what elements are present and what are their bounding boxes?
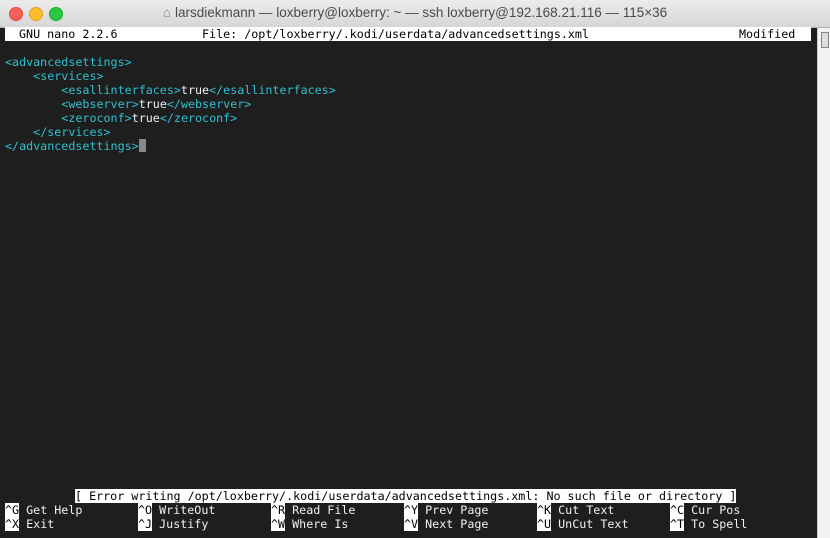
editor-line: </advancedsettings>	[5, 139, 146, 153]
xml-indent	[5, 69, 33, 83]
xml-open: </advancedsettings>	[5, 139, 139, 153]
xml-open: <zeroconf>	[61, 111, 132, 125]
xml-indent	[5, 125, 33, 139]
shortcut-label: Get Help	[26, 503, 83, 517]
xml-indent	[5, 97, 61, 111]
shortcut-label: Cur Pos	[691, 503, 741, 517]
shortcut-key: ^X	[5, 517, 20, 531]
shortcut-label: Where Is	[292, 517, 349, 531]
shortcut-cur-pos[interactable]: ^C Cur Pos	[670, 503, 740, 517]
shortcut-exit[interactable]: ^X Exit	[5, 517, 54, 531]
xml-open: <webserver>	[61, 97, 139, 111]
xml-value: true	[180, 83, 210, 97]
error-message: [ Error writing /opt/loxberry/.kodi/user…	[75, 489, 737, 503]
shortcut-read-file[interactable]: ^R Read File	[271, 503, 355, 517]
shortcut-label: Cut Text	[558, 503, 615, 517]
editor-line: <zeroconf>true</zeroconf>	[5, 111, 237, 125]
shortcut-label: Justify	[159, 517, 209, 531]
shortcut-to-spell[interactable]: ^T To Spell	[670, 517, 747, 531]
shortcut-key: ^R	[271, 503, 286, 517]
xml-open: <advancedsettings>	[5, 55, 132, 69]
shortcut-label: Prev Page	[425, 503, 489, 517]
xml-close: </webserver>	[166, 97, 252, 111]
shortcut-key: ^V	[404, 517, 419, 531]
shortcut-next-page[interactable]: ^V Next Page	[404, 517, 488, 531]
shortcut-key: ^C	[670, 503, 685, 517]
editor-line: <services>	[5, 69, 104, 83]
shortcut-label: Exit	[26, 517, 55, 531]
window-title-text: larsdiekmann — loxberry@loxberry: ~ — ss…	[175, 5, 668, 20]
nano-filename: File: /opt/loxberry/.kodi/userdata/advan…	[202, 27, 590, 41]
nano-modified: Modified	[739, 27, 796, 41]
shortcut-label: WriteOut	[159, 503, 216, 517]
shortcut-key: ^K	[537, 503, 552, 517]
xml-value: true	[138, 97, 167, 111]
shortcut-key: ^W	[271, 517, 286, 531]
xml-close: </zeroconf>	[159, 111, 238, 125]
scrollbar-thumb[interactable]	[821, 32, 829, 48]
xml-value: true	[131, 111, 160, 125]
error-text: [ Error writing /opt/loxberry/.kodi/user…	[75, 489, 737, 503]
shortcut-key: ^T	[670, 517, 685, 531]
xml-open: <services>	[33, 69, 104, 83]
scrollbar[interactable]	[817, 28, 830, 538]
editor-line: <esallinterfaces>true</esallinterfaces>	[5, 83, 336, 97]
shortcut-key: ^O	[138, 503, 153, 517]
xml-close: </esallinterfaces>	[209, 83, 336, 97]
shortcut-justify[interactable]: ^J Justify	[138, 517, 208, 531]
shortcut-uncut-text[interactable]: ^U UnCut Text	[537, 517, 629, 531]
shortcut-label: To Spell	[691, 517, 748, 531]
shortcut-where-is[interactable]: ^W Where Is	[271, 517, 348, 531]
shortcut-writeout[interactable]: ^O WriteOut	[138, 503, 215, 517]
text-cursor	[138, 139, 146, 152]
shortcut-get-help[interactable]: ^G Get Help	[5, 503, 82, 517]
shortcut-label: Next Page	[425, 517, 489, 531]
shortcut-key: ^G	[5, 503, 20, 517]
shortcut-key: ^Y	[404, 503, 419, 517]
editor-line: <webserver>true</webserver>	[5, 97, 251, 111]
xml-indent	[5, 83, 61, 97]
title-bar: ⌂ larsdiekmann — loxberry@loxberry: ~ — s…	[0, 0, 830, 28]
editor-line: <advancedsettings>	[5, 55, 132, 69]
nano-version: GNU nano 2.2.6	[19, 27, 118, 41]
window-title: ⌂ larsdiekmann — loxberry@loxberry: ~ — s…	[0, 5, 830, 20]
shortcut-cut-text[interactable]: ^K Cut Text	[537, 503, 614, 517]
editor-line: </services>	[5, 125, 111, 139]
shortcut-label: Read File	[292, 503, 356, 517]
xml-indent	[5, 111, 61, 125]
shortcut-key: ^U	[537, 517, 552, 531]
shortcut-label: UnCut Text	[558, 517, 629, 531]
xml-open: <esallinterfaces>	[61, 83, 181, 97]
shortcut-key: ^J	[138, 517, 153, 531]
xml-open: </services>	[33, 125, 111, 139]
home-icon: ⌂	[162, 5, 171, 20]
shortcut-prev-page[interactable]: ^Y Prev Page	[404, 503, 488, 517]
nano-header: GNU nano 2.2.6 File: /opt/loxberry/.kodi…	[5, 27, 811, 41]
